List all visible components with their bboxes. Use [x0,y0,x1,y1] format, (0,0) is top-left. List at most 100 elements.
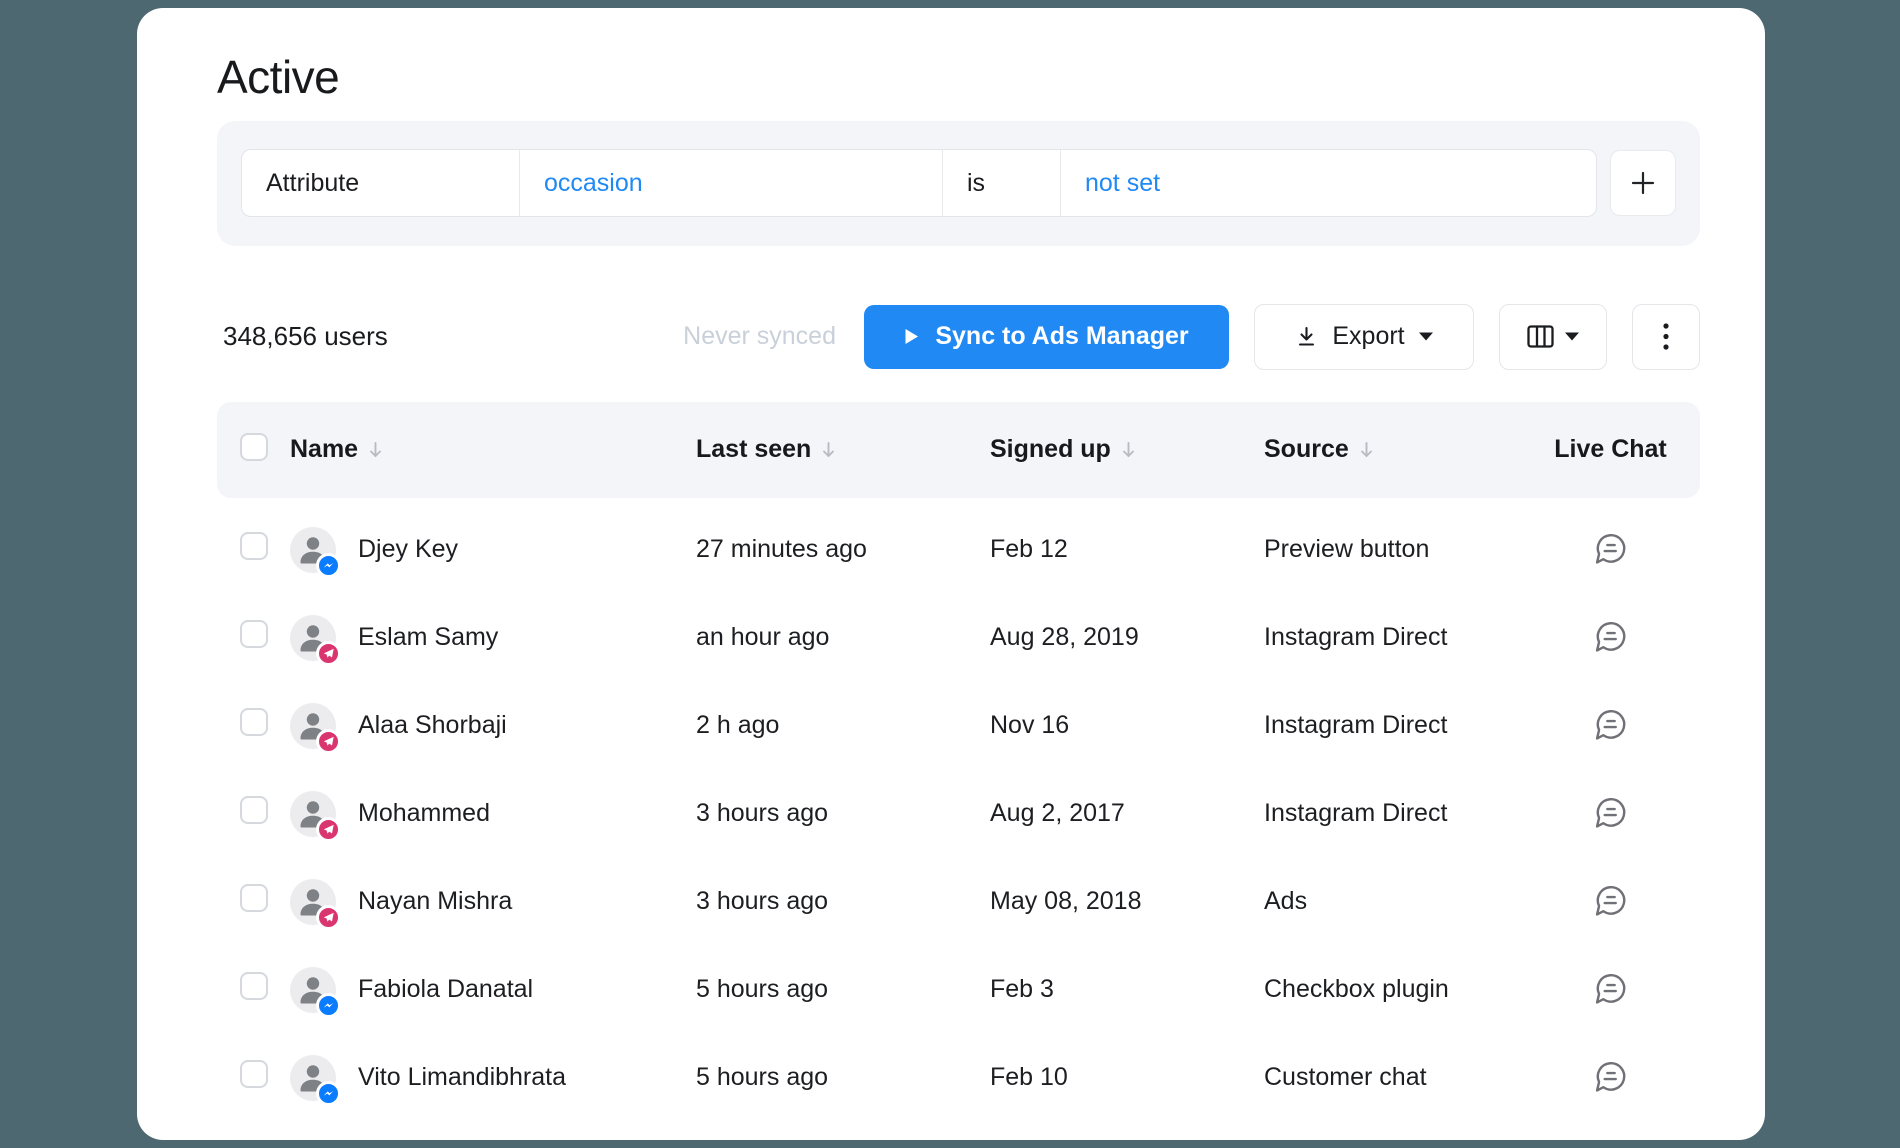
user-name[interactable]: Djey Key [358,535,458,564]
live-chat-icon[interactable] [1592,531,1630,569]
avatar [290,967,336,1013]
name-cell: Mohammed [290,791,696,837]
source-value: Ads [1264,887,1521,916]
row-checkbox-cell [240,884,290,919]
live-chat-cell [1521,1059,1700,1097]
user-name[interactable]: Eslam Samy [358,623,498,652]
table-row: Fabiola Danatal 5 hours ago Feb 3 Checkb… [217,946,1700,1034]
filter-field-type[interactable]: Attribute [242,150,520,216]
play-icon [904,328,919,345]
user-name[interactable]: Alaa Shorbaji [358,711,507,740]
source-value: Instagram Direct [1264,623,1521,652]
signed-up-value: May 08, 2018 [990,887,1264,916]
last-seen-value: 3 hours ago [696,799,990,828]
instagram-direct-icon [322,735,335,748]
sort-arrow-icon [368,441,383,458]
source-value: Customer chat [1264,1063,1521,1092]
live-chat-icon[interactable] [1592,707,1630,745]
chevron-down-icon [1419,332,1433,341]
table-row: Vito Limandibhrata 5 hours ago Feb 10 Cu… [217,1034,1700,1122]
select-all-checkbox[interactable] [240,433,268,461]
row-checkbox[interactable] [240,884,268,912]
avatar [290,879,336,925]
filter-field-operator[interactable]: is [943,150,1061,216]
channel-badge [316,817,341,842]
row-checkbox-cell [240,708,290,743]
column-label: Signed up [990,435,1111,464]
channel-badge [316,729,341,754]
last-seen-value: an hour ago [696,623,990,652]
user-name[interactable]: Mohammed [358,799,490,828]
export-label: Export [1332,322,1404,351]
live-chat-icon[interactable] [1592,795,1630,833]
row-checkbox-cell [240,1060,290,1095]
row-checkbox[interactable] [240,972,268,1000]
name-cell: Djey Key [290,527,696,573]
row-checkbox-cell [240,796,290,831]
avatar [290,703,336,749]
add-filter-button[interactable] [1610,150,1676,216]
channel-badge [316,905,341,930]
last-seen-value: 27 minutes ago [696,535,990,564]
source-value: Instagram Direct [1264,799,1521,828]
signed-up-value: Aug 2, 2017 [990,799,1264,828]
sort-arrow-icon [821,441,836,458]
source-value: Instagram Direct [1264,711,1521,740]
row-checkbox[interactable] [240,1060,268,1088]
filter-type-label: Attribute [266,169,359,198]
filter-condition-group: Attribute occasion is not set [241,149,1597,217]
live-chat-icon[interactable] [1592,1059,1630,1097]
live-chat-icon[interactable] [1592,971,1630,1009]
row-checkbox[interactable] [240,532,268,560]
live-chat-cell [1521,971,1700,1009]
users-table-body: Djey Key 27 minutes ago Feb 12 Preview b… [217,506,1700,1122]
row-checkbox[interactable] [240,708,268,736]
user-name[interactable]: Vito Limandibhrata [358,1063,566,1092]
name-cell: Nayan Mishra [290,879,696,925]
sync-to-ads-manager-button[interactable]: Sync to Ads Manager [864,305,1229,369]
user-name[interactable]: Nayan Mishra [358,887,512,916]
filter-bar: Attribute occasion is not set [217,121,1700,246]
user-name[interactable]: Fabiola Danatal [358,975,533,1004]
avatar [290,791,336,837]
toolbar: 348,656 users Never synced Sync to Ads M… [217,303,1700,371]
filter-field-attribute[interactable]: occasion [520,150,943,216]
avatar [290,527,336,573]
table-row: Eslam Samy an hour ago Aug 28, 2019 Inst… [217,594,1700,682]
live-chat-cell [1521,531,1700,569]
column-header-last-seen[interactable]: Last seen [696,435,990,464]
download-icon [1295,325,1318,348]
table-row: Nayan Mishra 3 hours ago May 08, 2018 Ad… [217,858,1700,946]
row-checkbox-cell [240,972,290,1007]
columns-button[interactable] [1499,304,1607,370]
instagram-direct-icon [322,911,335,924]
channel-badge [316,641,341,666]
live-chat-icon[interactable] [1592,619,1630,657]
signed-up-value: Feb 12 [990,535,1264,564]
column-label: Source [1264,435,1349,464]
row-checkbox[interactable] [240,796,268,824]
channel-badge [316,553,341,578]
filter-attribute-value: occasion [544,169,643,198]
source-value: Checkbox plugin [1264,975,1521,1004]
messenger-icon [322,999,335,1012]
page-title: Active [217,52,1700,103]
table-row: Mohammed 3 hours ago Aug 2, 2017 Instagr… [217,770,1700,858]
row-checkbox[interactable] [240,620,268,648]
filter-field-value[interactable]: not set [1061,150,1596,216]
column-header-signed-up[interactable]: Signed up [990,435,1264,464]
column-header-name[interactable]: Name [290,435,696,464]
sort-arrow-icon [1121,441,1136,458]
avatar [290,1055,336,1101]
header-checkbox-cell [240,433,290,466]
signed-up-value: Feb 10 [990,1063,1264,1092]
export-button[interactable]: Export [1254,304,1474,370]
live-chat-icon[interactable] [1592,883,1630,921]
instagram-direct-icon [322,823,335,836]
more-options-button[interactable] [1632,304,1700,370]
chevron-down-icon [1565,332,1579,341]
filter-operator-value: is [967,169,985,198]
instagram-direct-icon [322,647,335,660]
users-count: 348,656 users [217,321,388,352]
column-header-source[interactable]: Source [1264,435,1521,464]
